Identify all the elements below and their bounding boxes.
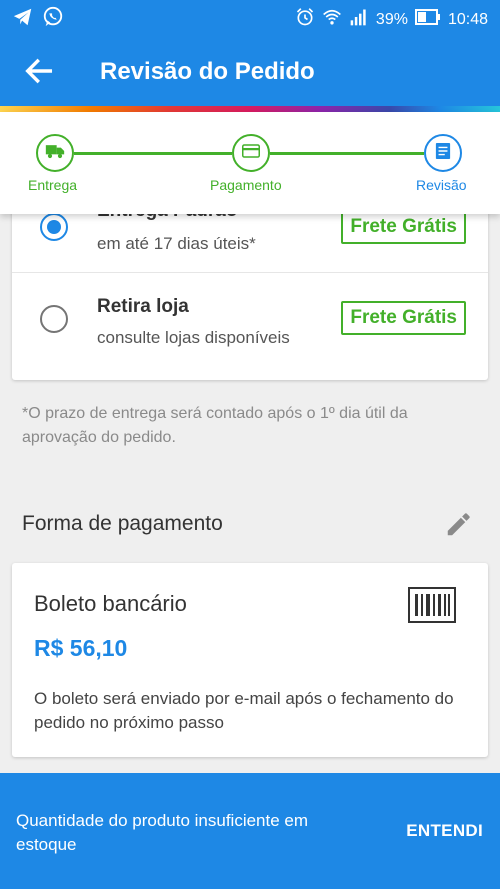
whatsapp-icon xyxy=(42,6,64,33)
battery-icon xyxy=(414,9,441,30)
signal-icon xyxy=(349,7,369,32)
shipping-options-card: Entrega Padrão em até 17 dias úteis* Fre… xyxy=(12,194,488,380)
document-icon xyxy=(435,142,451,165)
snackbar: Quantidade do produto insuficiente em es… xyxy=(0,773,500,889)
telegram-icon xyxy=(12,6,34,33)
delivery-note: *O prazo de entrega será contado após o … xyxy=(22,405,408,446)
radio-store-pickup[interactable] xyxy=(40,305,68,333)
option-title: Retira loja xyxy=(97,296,189,317)
payment-section-title: Forma de pagamento xyxy=(22,512,223,535)
snackbar-dismiss-button[interactable]: ENTENDI xyxy=(406,821,483,841)
barcode-icon xyxy=(408,587,456,623)
step-entrega[interactable] xyxy=(36,134,74,172)
snackbar-message: Quantidade do produto insuficiente em es… xyxy=(16,811,309,854)
edit-payment-button[interactable] xyxy=(444,509,476,541)
step-revisao[interactable] xyxy=(424,134,462,172)
option-subtitle: consulte lojas disponíveis xyxy=(97,328,290,347)
free-shipping-badge: Frete Grátis xyxy=(341,210,466,244)
step-label-revisao: Revisão xyxy=(416,177,467,193)
step-label-pagamento: Pagamento xyxy=(210,177,282,193)
page-title: Revisão do Pedido xyxy=(100,58,315,85)
step-connector xyxy=(74,152,232,155)
battery-percent: 39% xyxy=(375,10,408,28)
payment-method-card: Boleto bancário R$ 56,10 O boleto será e… xyxy=(12,563,488,757)
wifi-icon xyxy=(322,7,342,32)
payment-description: O boleto será enviado por e-mail após o … xyxy=(34,689,454,732)
alarm-icon xyxy=(295,7,315,32)
status-bar: 39% 10:48 xyxy=(0,0,500,34)
step-connector xyxy=(270,152,424,155)
step-pagamento[interactable] xyxy=(232,134,270,172)
radio-standard[interactable] xyxy=(40,213,68,241)
step-label-entrega: Entrega xyxy=(28,177,78,193)
checkout-stepper: Entrega Pagamento Revisão xyxy=(0,112,500,214)
payment-method-name: Boleto bancário xyxy=(34,591,187,616)
arrow-back-icon xyxy=(22,58,56,92)
truck-icon xyxy=(45,143,65,164)
payment-amount: R$ 56,10 xyxy=(34,635,128,661)
app-bar: Revisão do Pedido xyxy=(0,34,500,106)
shipping-option-store-pickup[interactable]: Retira loja consulte lojas disponíveis F… xyxy=(12,273,488,380)
free-shipping-badge: Frete Grátis xyxy=(341,301,466,335)
back-button[interactable] xyxy=(22,54,56,88)
pencil-icon xyxy=(444,513,474,543)
clock: 10:48 xyxy=(447,10,488,28)
card-icon xyxy=(242,143,260,163)
option-subtitle: em até 17 dias úteis* xyxy=(97,234,256,253)
